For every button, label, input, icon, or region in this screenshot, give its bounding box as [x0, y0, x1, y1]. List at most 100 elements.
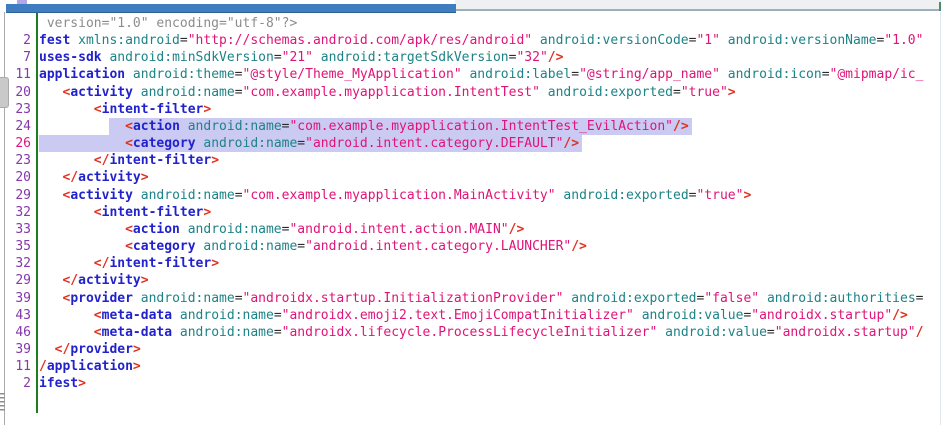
code-token: fest: [39, 33, 70, 48]
code-token: =: [235, 291, 243, 306]
code-token: />: [892, 308, 908, 323]
code-viewer-window: version="1.0" encoding="utf-8"?>2fest xm…: [0, 0, 941, 425]
code-token: =: [571, 67, 579, 82]
line-number: 23: [6, 101, 31, 118]
code-token: =: [673, 85, 681, 100]
code-token: /: [39, 359, 47, 374]
code-segment: <intent-filter>: [39, 204, 211, 221]
code-area[interactable]: version="1.0" encoding="utf-8"?>2fest xm…: [0, 15, 941, 392]
code-token: [39, 342, 55, 357]
code-token: =: [274, 325, 282, 340]
code-line: 32 <intent-filter>: [0, 204, 941, 221]
code-token: "@mipmap/ic_: [830, 67, 924, 82]
code-token: meta-data: [102, 325, 172, 340]
code-token: [657, 325, 665, 340]
code-token: [39, 102, 94, 117]
code-token: "1.0": [884, 33, 923, 48]
horizontal-scrollbar-thumb[interactable]: [6, 4, 456, 13]
code-token: <: [94, 308, 102, 323]
code-line: 20 <activity android:name="com.example.m…: [0, 84, 941, 101]
code-line: 29 </activity>: [0, 272, 941, 289]
code-token: android:name: [203, 136, 297, 151]
code-segment: version="1.0" encoding="utf-8"?>: [39, 15, 297, 32]
code-token: android:exported: [563, 188, 688, 203]
code-token: </: [62, 170, 78, 185]
code-token: =: [297, 136, 305, 151]
code-token: activity: [70, 188, 133, 203]
code-token: android:versionCode: [540, 33, 689, 48]
code-token: [125, 67, 133, 82]
code-token: <: [125, 222, 133, 237]
code-segment: <meta-data android:name="androidx.lifecy…: [39, 324, 923, 341]
code-segment: <intent-filter>: [39, 101, 211, 118]
code-token: </: [62, 273, 78, 288]
code-token: =: [916, 291, 924, 306]
line-number: 32: [6, 255, 31, 272]
code-token: android:name: [141, 291, 235, 306]
code-segment: [39, 118, 109, 135]
code-token: android:exported: [548, 85, 673, 100]
code-token: android:exported: [571, 291, 696, 306]
code-token: android:name: [188, 119, 282, 134]
code-token: uses-sdk: [39, 50, 102, 65]
code-token: "androidx.startup": [751, 308, 892, 323]
horizontal-scrollbar-track[interactable]: [455, 0, 941, 11]
line-number: 2: [6, 32, 31, 49]
code-token: intent-filter: [102, 102, 204, 117]
code-segment: </activity>: [39, 272, 149, 289]
code-token: [39, 136, 125, 151]
code-line: 26 <category android:name="android.inten…: [0, 135, 941, 152]
code-token: category: [133, 239, 196, 254]
code-token: [39, 308, 94, 323]
code-token: />: [548, 50, 564, 65]
current-line-number: 26: [6, 135, 31, 152]
code-token: />: [563, 136, 579, 151]
code-token: "21": [282, 50, 313, 65]
code-token: [39, 205, 94, 220]
code-token: "androidx.startup": [775, 325, 916, 340]
code-token: /: [916, 325, 924, 340]
code-token: intent-filter: [109, 256, 211, 271]
code-token: >: [203, 102, 211, 117]
code-segment: <action android:name="android.intent.act…: [39, 221, 524, 238]
line-number: 23: [6, 152, 31, 169]
line-number: 7: [6, 49, 31, 66]
code-token: [70, 33, 78, 48]
selection-highlight: <category android:name="android.intent.c…: [39, 135, 582, 152]
code-token: =: [235, 188, 243, 203]
code-token: >: [141, 170, 149, 185]
code-token: [39, 222, 125, 237]
code-token: [133, 188, 141, 203]
code-token: [180, 222, 188, 237]
code-token: ifest: [39, 376, 78, 391]
code-line: 33 <action android:name="android.intent.…: [0, 221, 941, 238]
code-token: provider: [70, 291, 133, 306]
code-token: [133, 85, 141, 100]
code-token: />: [571, 239, 587, 254]
line-number: 2: [6, 375, 31, 392]
line-number: 46: [6, 324, 31, 341]
code-token: android:minSdkVersion: [109, 50, 273, 65]
code-token: "true": [681, 85, 728, 100]
code-token: =: [297, 239, 305, 254]
code-token: [133, 291, 141, 306]
scroll-grip-dots[interactable]: [0, 393, 5, 412]
code-token: >: [203, 205, 211, 220]
code-segment: uses-sdk android:minSdkVersion="21" andr…: [39, 49, 563, 66]
code-token: "false": [704, 291, 759, 306]
code-token: >: [133, 342, 141, 357]
code-line: 2fest xmlns:android="http://schemas.andr…: [0, 32, 941, 49]
code-segment: /application>: [39, 358, 141, 375]
code-token: android:name: [188, 222, 282, 237]
code-line: 43 <meta-data android:name="androidx.emo…: [0, 307, 941, 324]
code-line: 46 <meta-data android:name="androidx.lif…: [0, 324, 941, 341]
code-token: [720, 33, 728, 48]
code-token: android:icon: [728, 67, 822, 82]
code-token: >: [141, 273, 149, 288]
code-token: "32": [516, 50, 547, 65]
code-token: [39, 188, 62, 203]
code-token: android:value: [642, 308, 744, 323]
code-token: "androidx.startup.InitializationProvider…: [243, 291, 564, 306]
code-line: 39 </provider>: [0, 341, 941, 358]
code-segment: <activity android:name="com.example.myap…: [39, 84, 736, 101]
